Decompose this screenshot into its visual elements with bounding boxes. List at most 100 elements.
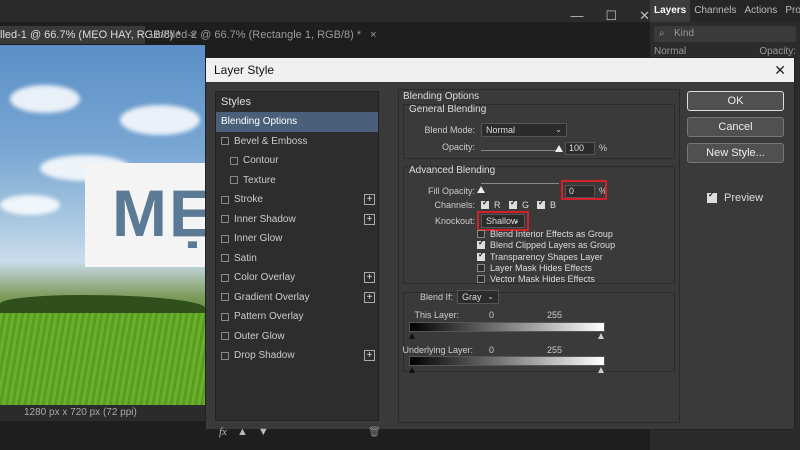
blending-options-title: Blending Options [403,91,480,102]
checkbox[interactable] [221,293,229,302]
new-style-button[interactable]: New Style... [687,143,784,163]
style-item-label: Stroke [234,194,263,205]
underlying-white-slider[interactable] [598,367,604,373]
tab-properties[interactable]: Properti [781,0,800,22]
style-item[interactable]: Inner Shadow + [216,210,378,230]
close-icon[interactable]: ✕ [639,8,650,24]
checkbox[interactable] [477,263,485,272]
style-item[interactable]: Bevel & Emboss [216,132,378,152]
ok-button[interactable]: OK [687,91,784,111]
checkbox[interactable] [221,273,229,282]
style-item[interactable]: Outer Glow [216,327,378,347]
fx-icon[interactable]: fx [219,426,227,438]
this-layer-gradient[interactable] [409,322,605,332]
add-icon[interactable]: + [364,194,375,205]
preview-checkbox[interactable] [707,190,717,203]
checkbox[interactable] [230,176,238,185]
checkbox[interactable] [477,275,485,284]
style-item[interactable]: Stroke + [216,190,378,210]
opacity-percent: % [599,143,608,153]
this-layer-black-slider[interactable] [409,333,415,339]
fill-opacity-slider[interactable] [481,183,559,184]
blend-mode-select[interactable]: Normal ⌄ [481,123,567,137]
opacity-slider-thumb[interactable] [555,145,563,152]
checkbox[interactable] [477,230,485,238]
style-item-label: Pattern Overlay [234,311,304,322]
advanced-option[interactable]: Transparency Shapes Layer [477,250,603,262]
chevron-down-icon: ⌄ [487,292,494,301]
tab-close-icon[interactable]: × [370,29,376,41]
styles-heading[interactable]: Styles [216,92,378,112]
general-blending-title: General Blending [409,104,487,115]
checkbox[interactable] [537,198,545,209]
add-icon[interactable]: + [364,350,375,361]
close-icon[interactable]: ✕ [774,58,786,82]
advanced-option[interactable]: Blend Interior Effects as Group [477,229,613,239]
style-item[interactable]: Color Overlay + [216,268,378,288]
tab-document-2[interactable]: Untitled-2 @ 66.7% (Rectangle 1, RGB/8) … [150,26,377,44]
checkbox[interactable] [230,156,238,165]
underlying-black-slider[interactable] [409,367,415,373]
channel-b[interactable]: B [537,198,556,210]
effects-toolbar: fx ▲ ▼ [219,426,269,438]
style-item-label: Color Overlay [234,272,296,283]
channel-g[interactable]: G [509,198,529,210]
tab-layers[interactable]: Layers [650,0,691,22]
arrow-down-icon[interactable]: ▼ [258,426,269,438]
cancel-button[interactable]: Cancel [687,117,784,137]
underlying-layer-gradient[interactable] [409,356,605,366]
style-item[interactable]: Inner Glow [216,229,378,249]
checkbox[interactable] [477,238,485,250]
styles-list: Styles Blending Options Bevel & Emboss Con… [215,91,379,421]
checkbox[interactable] [509,198,517,209]
checkbox[interactable] [477,250,485,261]
style-item[interactable]: Pattern Overlay [216,307,378,327]
blend-if-select[interactable]: Gray ⌄ [457,290,499,304]
checkbox[interactable] [221,215,229,224]
banner-text: MẸ [112,176,215,250]
highlight-fill-opacity [561,180,607,200]
this-layer-white-slider[interactable] [598,333,604,339]
style-item-label: Outer Glow [234,330,285,342]
cloud [120,105,200,135]
checkbox[interactable] [221,312,229,321]
preview-toggle[interactable]: Preview [707,190,763,204]
window-controls: — ☐ ✕ [570,8,650,24]
checkbox[interactable] [221,137,229,146]
this-layer-high: 255 [547,310,563,320]
opacity-input[interactable]: 100 [565,142,595,155]
this-layer-low: 0 [489,310,495,320]
maximize-icon[interactable]: ☐ [605,8,617,24]
layer-filter-kind[interactable]: ⌕ Kind [654,26,796,42]
chevron-down-icon: ⌄ [555,125,562,134]
tab-actions[interactable]: Actions [741,0,782,22]
channel-r[interactable]: R [481,198,501,210]
checkbox[interactable] [221,351,229,360]
tab-document-1[interactable]: lled-1 @ 66.7% (MẸO HAY, RGB/8) * × [0,26,196,44]
style-item[interactable]: Contour [216,151,378,171]
add-icon[interactable]: + [364,291,375,303]
advanced-option[interactable]: Blend Clipped Layers as Group [477,238,615,250]
add-icon[interactable]: + [364,272,375,283]
checkbox[interactable] [481,198,489,209]
minimize-icon[interactable]: — [570,8,583,24]
fill-opacity-slider-thumb[interactable] [477,186,485,193]
advanced-option[interactable]: Layer Mask Hides Effects [477,263,592,273]
checkbox[interactable] [221,332,229,341]
style-item[interactable]: Gradient Overlay + [216,288,378,308]
tab-channels[interactable]: Channels [690,0,740,22]
checkbox[interactable] [221,254,229,263]
style-item-label: Contour [243,155,279,166]
style-item[interactable]: Blending Options [216,112,378,132]
style-item[interactable]: Drop Shadow + [216,346,378,366]
add-icon[interactable]: + [364,213,375,225]
checkbox[interactable] [221,195,229,204]
checkbox[interactable] [221,234,229,243]
style-item[interactable]: Texture [216,171,378,191]
opacity-slider[interactable] [481,150,559,151]
advanced-option[interactable]: Vector Mask Hides Effects [477,274,595,284]
arrow-up-icon[interactable]: ▲ [237,426,248,438]
trash-icon[interactable]: 🗑 [368,427,381,438]
style-item[interactable]: Satin [216,249,378,269]
style-item-label: Bevel & Emboss [234,135,308,147]
